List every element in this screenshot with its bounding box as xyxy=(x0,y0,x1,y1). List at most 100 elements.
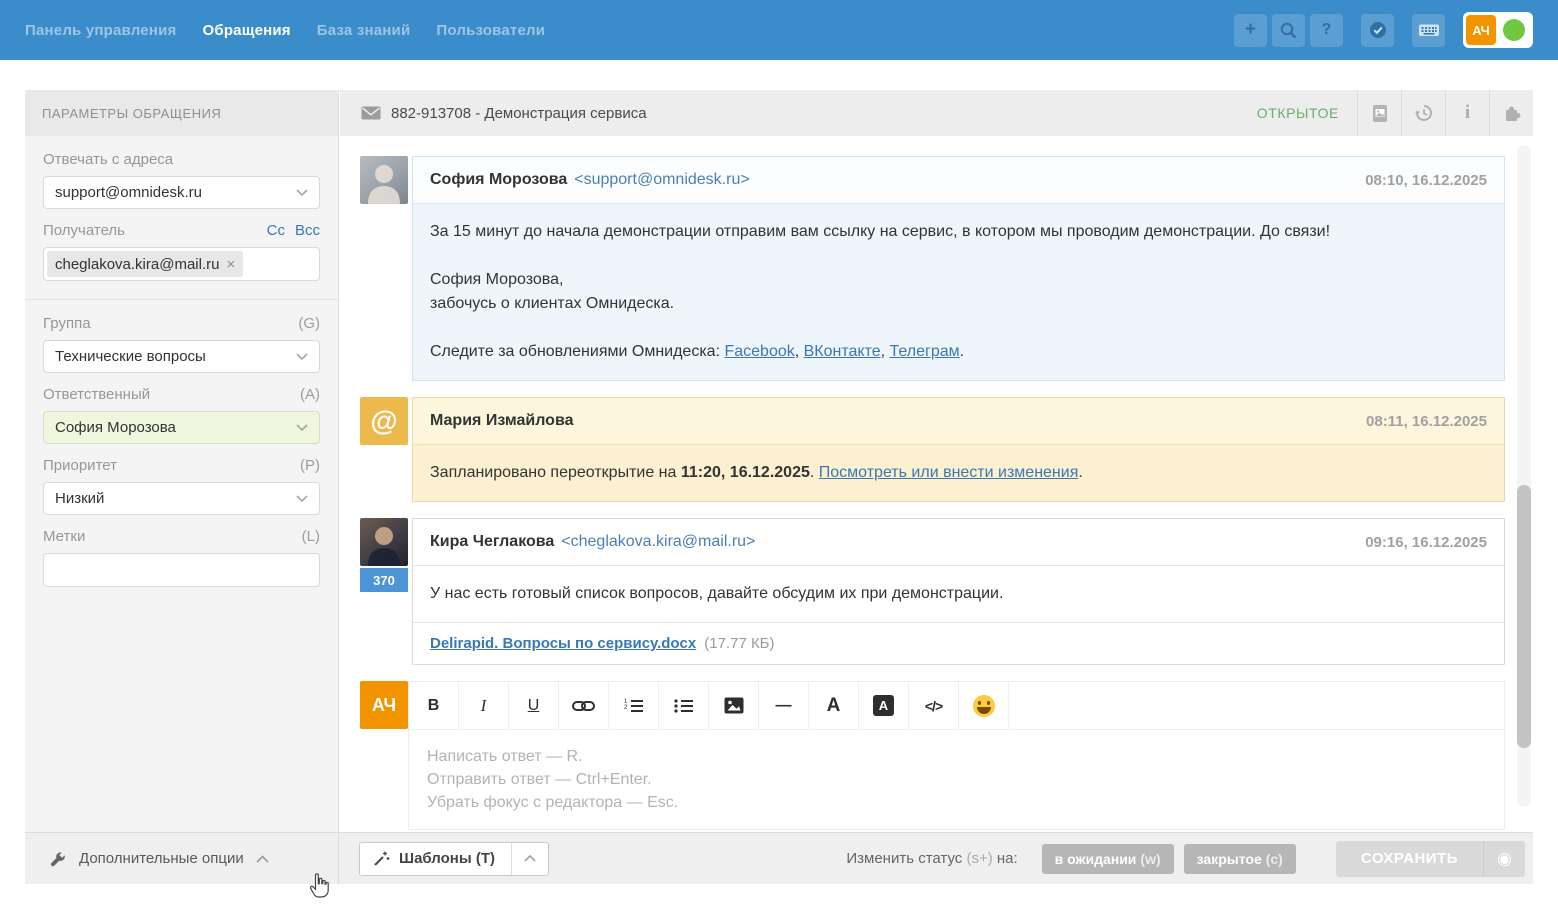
insert-link-button[interactable] xyxy=(559,682,609,729)
action-bar-right: Шаблоны (T) Изменить статус (s+) на: в о… xyxy=(339,833,1533,884)
text-color-button[interactable]: A xyxy=(809,682,859,729)
templates-expand[interactable] xyxy=(511,843,548,875)
facebook-link[interactable]: Facebook xyxy=(724,343,794,360)
assignee-hotkey: (A) xyxy=(300,386,320,403)
reopen-time: 11:20, 16.12.2025 xyxy=(681,464,810,481)
reply-from-select[interactable]: support@omnidesk.ru xyxy=(43,176,320,209)
background-color-button[interactable]: A xyxy=(859,682,909,729)
help-button[interactable]: ? xyxy=(1310,14,1343,47)
status-controls: Изменить статус (s+) на: в ожидании (w) … xyxy=(846,841,1525,877)
history-icon xyxy=(1414,103,1434,123)
message-thread: София Морозова <support@omnidesk.ru> 08:… xyxy=(340,136,1533,830)
nav-cases[interactable]: Обращения xyxy=(202,22,290,39)
chip-remove-icon[interactable]: × xyxy=(226,256,235,273)
horizontal-rule-button[interactable]: — xyxy=(759,682,809,729)
user-avatar: АЧ xyxy=(1466,15,1496,45)
labels-label: Метки xyxy=(43,528,85,545)
nav-dashboard[interactable]: Панель управления xyxy=(25,22,176,39)
message-timestamp: 08:10, 16.12.2025 xyxy=(1365,172,1487,189)
verified-button[interactable] xyxy=(1361,14,1394,47)
more-options-label: Дополнительные опции xyxy=(79,850,244,867)
action-bar: Дополнительные опции xyxy=(25,832,1533,884)
message-author-email[interactable]: <support@omnidesk.ru> xyxy=(574,171,749,189)
emoji-button[interactable] xyxy=(959,682,1009,729)
image-icon xyxy=(724,697,744,714)
chevron-down-icon xyxy=(296,353,308,360)
nav-knowledge-base[interactable]: База знаний xyxy=(317,22,411,39)
insert-image-button[interactable] xyxy=(709,682,759,729)
placeholder-line: Убрать фокус с редактора — Esc. xyxy=(427,791,1486,814)
chevron-down-icon xyxy=(296,495,308,502)
keyboard-icon xyxy=(1418,21,1440,39)
ticket-title: 882-913708 - Демонстрация сервиса xyxy=(391,105,647,122)
edit-reopen-link[interactable]: Посмотреть или внести изменения xyxy=(819,464,1079,481)
group-hotkey: (G) xyxy=(298,315,320,332)
add-button[interactable]: + xyxy=(1234,14,1267,47)
italic-icon: I xyxy=(481,696,487,716)
placeholder-line: Написать ответ — R. xyxy=(427,745,1486,768)
save-options-button[interactable]: ◉ xyxy=(1483,841,1525,877)
nav-users[interactable]: Пользователи xyxy=(436,22,545,39)
search-button[interactable] xyxy=(1272,14,1305,47)
history-button[interactable] xyxy=(1401,90,1445,136)
case-count-badge[interactable]: 370 xyxy=(360,568,408,592)
link-icon xyxy=(572,699,595,713)
status-closed-button[interactable]: закрытое (c) xyxy=(1184,844,1296,874)
priority-label: Приоритет xyxy=(43,457,117,474)
emoji-icon xyxy=(973,695,995,717)
underline-icon: U xyxy=(528,697,540,715)
group-select[interactable]: Технические вопросы xyxy=(43,340,320,373)
verified-badge-icon xyxy=(1368,20,1388,40)
bcc-link[interactable]: Bcc xyxy=(295,222,320,239)
italic-button[interactable]: I xyxy=(459,682,509,729)
change-status-label: Изменить статус (s+) на: xyxy=(846,850,1017,867)
case-parameters-sidebar: ПАРАМЕТРЫ ОБРАЩЕНИЯ Отвечать с адреса su… xyxy=(25,90,339,832)
keyboard-shortcuts-button[interactable] xyxy=(1412,14,1445,47)
more-options-toggle[interactable]: Дополнительные опции xyxy=(25,833,339,884)
attachment-link[interactable]: Delirapid. Вопросы по сервису.docx xyxy=(430,635,696,652)
reply-textarea[interactable]: Написать ответ — R. Отправить ответ — Ct… xyxy=(409,730,1504,829)
recipient-label: Получатель xyxy=(43,222,125,239)
customer-avatar xyxy=(360,518,408,566)
reply-from-label: Отвечать с адреса xyxy=(43,151,173,168)
underline-button[interactable]: U xyxy=(509,682,559,729)
attachments-overview-button[interactable] xyxy=(1357,90,1401,136)
online-status-dot xyxy=(1503,19,1525,41)
assignee-select[interactable]: София Морозова xyxy=(43,411,320,444)
ticket-header-actions: ОТКРЫТОЕ xyxy=(1257,90,1533,136)
status-pending-button[interactable]: в ожидании (w) xyxy=(1042,844,1174,874)
bold-button[interactable]: B xyxy=(409,682,459,729)
message-system-note: @ Мария Измайлова 08:11, 16.12.2025 Запл… xyxy=(360,397,1505,502)
recipient-input[interactable]: cheglakova.kira@mail.ru × xyxy=(43,247,320,281)
user-menu[interactable]: АЧ xyxy=(1463,12,1533,48)
apps-button[interactable] xyxy=(1489,90,1533,136)
envelope-icon xyxy=(361,105,381,121)
cc-link[interactable]: Cc xyxy=(267,222,285,239)
priority-select[interactable]: Низкий xyxy=(43,482,320,515)
message-paragraph: Запланировано переоткрытие на 11:20, 16.… xyxy=(430,461,1487,485)
recipient-chip-email: cheglakova.kira@mail.ru xyxy=(55,256,219,273)
chevron-down-icon xyxy=(296,189,308,196)
message-paragraph: Следите за обновлениями Омнидеска: Faceb… xyxy=(430,340,1487,364)
telegram-link[interactable]: Телеграм xyxy=(890,343,960,360)
assignee-value: София Морозова xyxy=(55,419,176,436)
message-author-email[interactable]: <cheglakova.kira@mail.ru> xyxy=(561,533,755,551)
vertical-scrollbar-thumb[interactable] xyxy=(1517,485,1531,748)
question-icon: ? xyxy=(1322,21,1332,39)
message-body: Запланировано переоткрытие на 11:20, 16.… xyxy=(413,445,1504,501)
code-button[interactable]: </> xyxy=(909,682,959,729)
labels-input[interactable] xyxy=(43,553,320,587)
vkontakte-link[interactable]: ВКонтакте xyxy=(804,343,881,360)
bullet-list-button[interactable] xyxy=(659,682,709,729)
ordered-list-button[interactable]: 12 xyxy=(609,682,659,729)
priority-hotkey: (P) xyxy=(300,457,320,474)
info-button[interactable]: i xyxy=(1445,90,1489,136)
person-photo-placeholder xyxy=(360,156,408,204)
vertical-scrollbar-track[interactable] xyxy=(1517,145,1531,807)
message-paragraph: София Морозова, xyxy=(430,268,1487,292)
message-body: За 15 минут до начала демонстрации отпра… xyxy=(413,204,1504,380)
save-group: СОХРАНИТЬ ◉ xyxy=(1336,841,1525,877)
save-button[interactable]: СОХРАНИТЬ xyxy=(1336,841,1483,877)
message-customer: 370 Кира Чеглакова <cheglakova.kira@mail… xyxy=(360,518,1505,665)
templates-button[interactable]: Шаблоны (T) xyxy=(359,842,549,876)
